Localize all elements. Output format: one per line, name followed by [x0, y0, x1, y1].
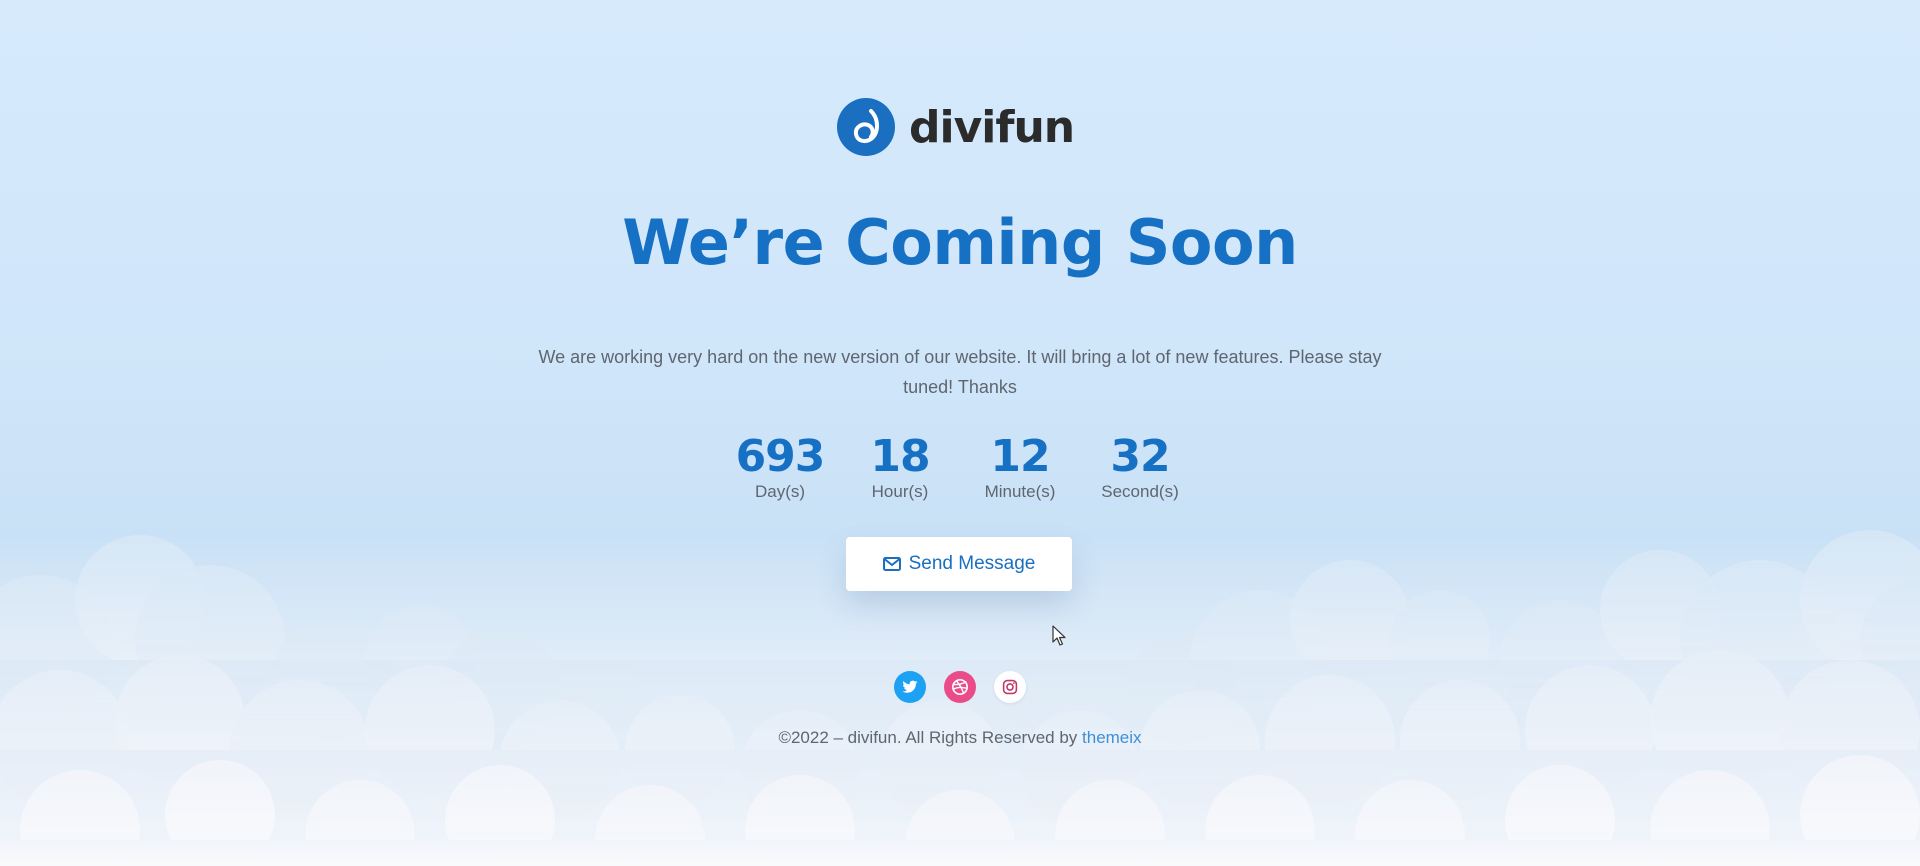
divifun-logo-icon [837, 98, 895, 156]
themeix-link[interactable]: themeix [1082, 728, 1142, 747]
mouse-cursor-icon [1052, 625, 1066, 646]
countdown-label: Second(s) [1101, 482, 1179, 501]
instagram-link[interactable] [994, 671, 1026, 703]
countdown-value: 18 [870, 431, 930, 482]
countdown-value: 12 [990, 431, 1050, 482]
countdown-timer: 693 Day(s) 18 Hour(s) 12 Minute(s) 32 Se… [0, 430, 1920, 502]
footer-copyright: ©2022 – divifun. All Rights Reserved by … [0, 728, 1920, 748]
brand-logo[interactable]: divifun [837, 98, 1075, 156]
countdown-minutes: 12 Minute(s) [960, 430, 1080, 502]
envelope-icon [882, 557, 901, 571]
dribbble-icon [951, 678, 969, 696]
send-message-label: Send Message [908, 553, 1036, 574]
countdown-hours: 18 Hour(s) [840, 430, 960, 502]
brand-name: divifun [909, 101, 1075, 153]
countdown-seconds: 32 Second(s) [1080, 430, 1200, 502]
dribbble-link[interactable] [944, 671, 976, 703]
countdown-label: Day(s) [754, 482, 806, 501]
countdown-days: 693 Day(s) [720, 430, 840, 502]
social-links [0, 671, 1920, 703]
coming-soon-page: divifun We’re Coming Soon We are working… [0, 0, 1920, 866]
countdown-value: 32 [1110, 431, 1170, 482]
copyright-text: ©2022 – divifun. All Rights Reserved by [778, 728, 1083, 747]
instagram-icon [1002, 679, 1018, 695]
countdown-label: Hour(s) [871, 482, 929, 501]
send-message-button[interactable]: Send Message [846, 537, 1072, 591]
twitter-icon [902, 680, 918, 693]
twitter-link[interactable] [894, 671, 926, 703]
page-description: We are working very hard on the new vers… [538, 347, 1382, 397]
page-title: We’re Coming Soon [622, 206, 1298, 279]
countdown-value: 693 [735, 431, 826, 482]
countdown-label: Minute(s) [984, 482, 1056, 501]
